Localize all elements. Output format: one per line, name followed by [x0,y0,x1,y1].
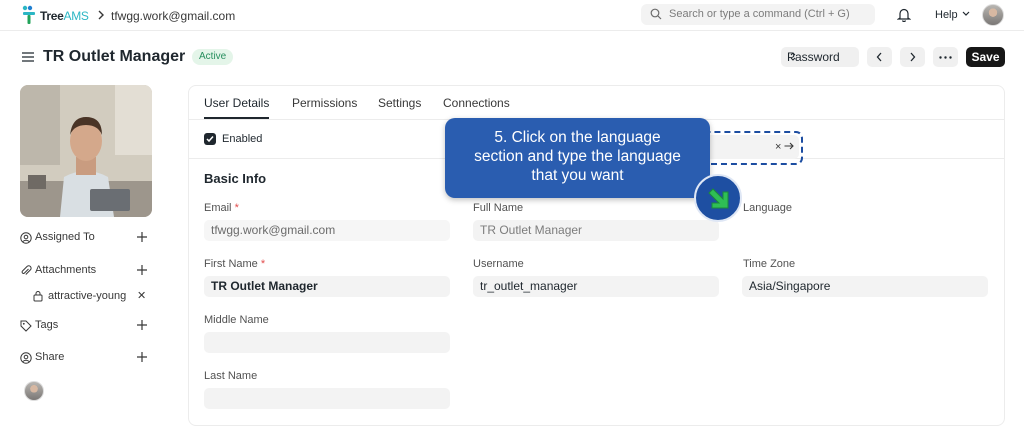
tab-user-details[interactable]: User Details [204,96,269,110]
first-name-field[interactable]: TR Outlet Manager [204,276,450,297]
user-add-icon [20,232,32,244]
tab-bar: User Details Permissions Settings Connec… [189,86,1004,120]
username-label: Username [473,258,524,270]
logo-text-ams: AMS [63,9,89,23]
enabled-label: Enabled [222,133,263,145]
arrow-right-icon[interactable] [784,142,794,150]
tab-connections[interactable]: Connections [443,96,510,110]
first-name-label: First Name * [204,258,265,270]
save-button[interactable]: Save [966,47,1005,67]
sidebar-toggle-icon[interactable] [21,51,35,63]
user-avatar[interactable] [982,4,1004,26]
tooltip-line-1: 5. Click on the language [494,129,661,146]
tab-settings[interactable]: Settings [378,96,421,110]
ellipsis-icon [939,56,952,59]
profile-photo[interactable] [20,85,152,217]
middle-name-field[interactable] [204,332,450,353]
chevron-right-icon [910,52,916,62]
time-zone-field[interactable]: Asia/Singapore [742,276,988,297]
profile-photo-image [20,85,152,217]
more-actions-button[interactable] [933,47,958,67]
tooltip-line-3: that you want [531,167,624,184]
tooltip-line-2: section and type the language [474,148,681,165]
share-user-icon [20,352,32,364]
search-placeholder: Search or type a command (Ctrl + G) [669,8,850,20]
tutorial-tooltip: 5. Click on the language section and typ… [445,118,710,198]
logo-text-tree: Tree [40,9,64,23]
remove-attachment-icon[interactable]: ✕ [137,289,146,302]
share-label: Share [35,351,65,363]
full-name-label: Full Name [473,202,524,214]
paperclip-icon [21,265,32,275]
chevron-left-icon [876,52,882,62]
breadcrumb-user[interactable]: tfwgg.work@gmail.com [111,9,235,23]
password-dropdown-button[interactable]: Password [781,47,859,67]
add-tag-icon[interactable] [136,319,148,331]
enabled-checkbox[interactable] [204,133,216,145]
middle-name-label: Middle Name [204,314,269,326]
add-share-icon[interactable] [136,351,148,363]
tag-icon [20,320,32,332]
top-navbar: TreeAMS tfwgg.work@gmail.com Search or t… [0,0,1024,31]
username-field[interactable]: tr_outlet_manager [473,276,719,297]
email-label: Email * [204,202,239,214]
section-title: Basic Info [204,171,267,186]
add-assignee-icon[interactable] [136,231,148,243]
full-name-field[interactable]: TR Outlet Manager [473,220,719,241]
arrow-down-right-icon [708,188,729,209]
page-title: TR Outlet Manager [43,48,186,65]
required-mark: * [260,258,266,270]
assigned-to-label: Assigned To [35,231,95,243]
active-tab-indicator [204,117,269,119]
attachments-label: Attachments [35,264,97,276]
clear-language-icon[interactable]: × [775,141,781,153]
required-mark: * [234,202,239,214]
language-label: Language [743,202,792,214]
select-arrows-icon [790,52,796,61]
app-logo[interactable]: TreeAMS [21,5,93,25]
time-zone-label: Time Zone [743,258,796,270]
shared-user-avatar[interactable] [24,381,44,401]
add-attachment-icon[interactable] [136,264,148,276]
tree-logo-icon [22,5,35,24]
next-record-button[interactable] [900,47,925,67]
last-name-label: Last Name [204,370,258,382]
notification-bell-icon[interactable] [897,7,911,22]
email-field[interactable]: tfwgg.work@gmail.com [204,220,450,241]
search-bar[interactable]: Search or type a command (Ctrl + G) [641,4,875,25]
search-icon [650,8,662,20]
last-name-field[interactable] [204,388,450,409]
lock-icon [33,291,43,302]
chevron-down-icon [962,11,970,16]
tutorial-pointer [694,174,742,222]
status-badge: Active [192,49,234,65]
chevron-right-icon [98,10,104,20]
attachment-filename[interactable]: attractive-young [48,290,126,302]
checkmark-icon [206,136,214,143]
tags-label: Tags [35,319,59,331]
previous-record-button[interactable] [867,47,892,67]
first-name-label-text: First Name [204,258,258,270]
help-menu[interactable]: Help [935,9,958,21]
email-label-text: Email [204,202,232,214]
tab-permissions[interactable]: Permissions [292,96,357,110]
